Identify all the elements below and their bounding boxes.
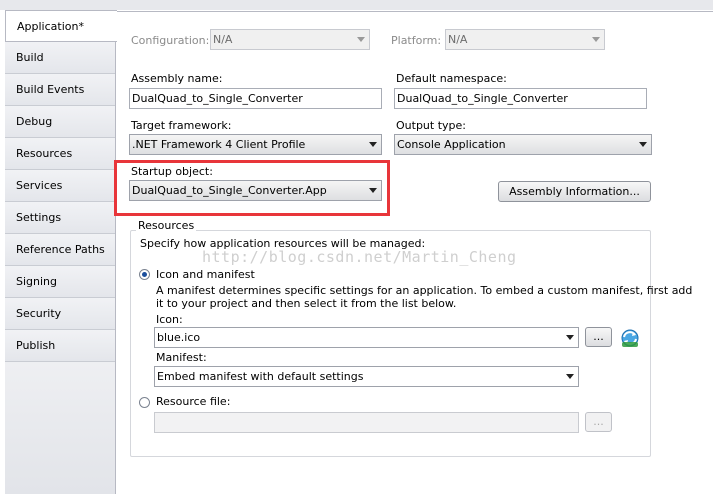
chevron-down-icon <box>566 335 574 340</box>
icon-and-manifest-radio[interactable] <box>139 269 150 280</box>
tab-publish[interactable]: Publish <box>5 330 115 362</box>
icon-label: Icon: <box>156 313 183 326</box>
chevron-down-icon <box>369 188 377 193</box>
chevron-down-icon <box>369 142 377 147</box>
startup-object-label: Startup object: <box>131 165 213 178</box>
configuration-label: Configuration: <box>131 34 210 47</box>
manifest-label: Manifest: <box>156 351 207 364</box>
tab-services[interactable]: Services <box>5 170 115 202</box>
top-strip <box>0 0 713 10</box>
tab-reference-paths[interactable]: Reference Paths <box>5 234 115 266</box>
default-namespace-input[interactable]: DualQuad_to_Single_Converter <box>394 88 647 109</box>
configuration-value: N/A <box>213 33 233 46</box>
refresh-icon[interactable] <box>619 327 641 349</box>
chevron-down-icon <box>592 37 600 42</box>
content-top-border <box>116 11 713 12</box>
sidebar-divider <box>115 10 116 494</box>
tab-application[interactable]: Application* <box>5 10 117 42</box>
startup-object-select[interactable]: DualQuad_to_Single_Converter.App <box>129 180 382 201</box>
sidebar-empty-area <box>5 362 115 494</box>
output-type-select[interactable]: Console Application <box>394 134 652 155</box>
tab-signing[interactable]: Signing <box>5 266 115 298</box>
output-type-value: Console Application <box>397 138 506 151</box>
manifest-select-value: Embed manifest with default settings <box>157 370 364 383</box>
manifest-description-line2: it to your project and then select it fr… <box>156 297 457 310</box>
assembly-information-button[interactable]: Assembly Information... <box>498 181 651 202</box>
output-type-label: Output type: <box>396 119 466 132</box>
icon-select[interactable]: blue.ico <box>154 327 579 348</box>
assembly-name-label: Assembly name: <box>131 72 223 85</box>
icon-browse-button[interactable]: ... <box>585 327 612 347</box>
resource-file-label[interactable]: Resource file: <box>156 395 230 408</box>
tab-security[interactable]: Security <box>5 298 115 330</box>
tab-build-events[interactable]: Build Events <box>5 74 115 106</box>
configuration-select[interactable]: N/A <box>210 29 370 50</box>
target-framework-value: .NET Framework 4 Client Profile <box>132 138 306 151</box>
resource-file-radio[interactable] <box>139 397 150 408</box>
platform-label: Platform: <box>391 34 442 47</box>
icon-select-value: blue.ico <box>157 331 201 344</box>
platform-select[interactable]: N/A <box>445 29 605 50</box>
startup-object-value: DualQuad_to_Single_Converter.App <box>132 184 327 197</box>
icon-and-manifest-label[interactable]: Icon and manifest <box>156 268 255 281</box>
tab-debug[interactable]: Debug <box>5 106 115 138</box>
chevron-down-icon <box>566 374 574 379</box>
resources-group-title: Resources <box>136 219 197 232</box>
tab-settings[interactable]: Settings <box>5 202 115 234</box>
manifest-description-line1: A manifest determines specific settings … <box>156 284 693 297</box>
watermark: http://blog.csdn.net/Martin_Cheng <box>202 248 517 266</box>
target-framework-label: Target framework: <box>131 119 232 132</box>
platform-value: N/A <box>448 33 468 46</box>
chevron-down-icon <box>357 37 365 42</box>
default-namespace-label: Default namespace: <box>396 72 507 85</box>
resource-file-input[interactable] <box>154 412 579 433</box>
chevron-down-icon <box>639 142 647 147</box>
resource-file-browse-button[interactable]: ... <box>585 412 612 432</box>
manifest-select[interactable]: Embed manifest with default settings <box>154 366 579 387</box>
target-framework-select[interactable]: .NET Framework 4 Client Profile <box>129 134 382 155</box>
tab-resources[interactable]: Resources <box>5 138 115 170</box>
tab-build[interactable]: Build <box>5 42 115 74</box>
assembly-name-input[interactable]: DualQuad_to_Single_Converter <box>129 88 382 109</box>
